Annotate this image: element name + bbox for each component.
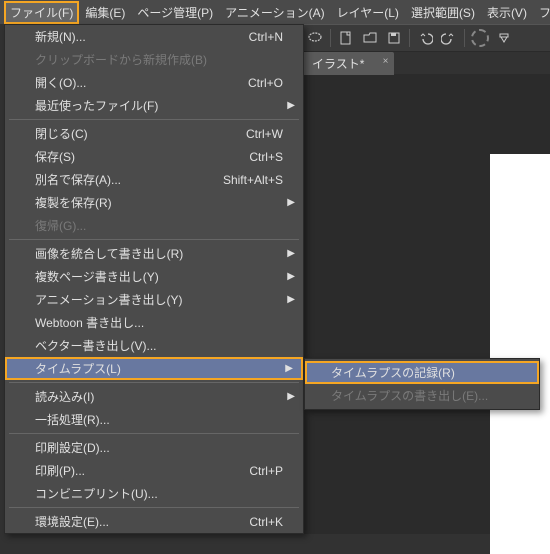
menu-shortcut: Ctrl+N xyxy=(249,30,283,44)
new-icon[interactable] xyxy=(335,27,357,49)
menu-item-save-duplicate[interactable]: 複製を保存(R) ▶ xyxy=(5,191,303,214)
save-icon[interactable] xyxy=(383,27,405,49)
menu-label: 最近使ったファイル(F) xyxy=(35,97,158,114)
menu-label: ベクター書き出し(V)... xyxy=(35,337,157,354)
chevron-right-icon: ▶ xyxy=(285,363,293,374)
menu-label: 別名で保存(A)... xyxy=(35,171,121,188)
menu-label: 環境設定(E)... xyxy=(35,513,109,530)
menu-item-save-as[interactable]: 別名で保存(A)... Shift+Alt+S xyxy=(5,168,303,191)
menu-layer[interactable]: レイヤー(L) xyxy=(331,1,405,24)
menu-label: 印刷(P)... xyxy=(35,462,85,479)
chevron-right-icon: ▶ xyxy=(287,197,295,208)
timelapse-submenu: タイムラプスの記録(R) タイムラプスの書き出し(E)... xyxy=(304,358,540,410)
menu-item-save[interactable]: 保存(S) Ctrl+S xyxy=(5,145,303,168)
menu-label: タイムラプスの記録(R) xyxy=(331,364,455,381)
menu-selection[interactable]: 選択範囲(S) xyxy=(405,1,481,24)
menu-label: アニメーション書き出し(Y) xyxy=(35,291,183,308)
chevron-right-icon: ▶ xyxy=(287,248,295,259)
menu-item-import[interactable]: 読み込み(I) ▶ xyxy=(5,385,303,408)
menu-item-open[interactable]: 開く(O)... Ctrl+O xyxy=(5,71,303,94)
toolbar-separator xyxy=(330,29,331,47)
menu-item-print[interactable]: 印刷(P)... Ctrl+P xyxy=(5,459,303,482)
open-icon[interactable] xyxy=(359,27,381,49)
menu-label: タイムラプスの書き出し(E)... xyxy=(331,387,488,404)
menu-label: 開く(O)... xyxy=(35,74,86,91)
menu-item-print-setup[interactable]: 印刷設定(D)... xyxy=(5,436,303,459)
menu-animation[interactable]: アニメーション(A) xyxy=(219,1,331,24)
menu-item-export-vector[interactable]: ベクター書き出し(V)... xyxy=(5,334,303,357)
menu-shortcut: Ctrl+S xyxy=(249,150,283,164)
menu-edit[interactable]: 編集(E) xyxy=(79,1,131,24)
canvas[interactable] xyxy=(490,154,550,554)
menu-separator xyxy=(9,507,299,508)
menu-label: 復帰(G)... xyxy=(35,217,86,234)
menu-label: Webtoon 書き出し... xyxy=(35,314,144,331)
menu-item-export-merged[interactable]: 画像を統合して書き出し(R) ▶ xyxy=(5,242,303,265)
document-tab[interactable]: イラスト* × xyxy=(300,52,394,75)
menu-item-close[interactable]: 閉じる(C) Ctrl+W xyxy=(5,122,303,145)
menu-item-export-webtoon[interactable]: Webtoon 書き出し... xyxy=(5,311,303,334)
menu-view[interactable]: 表示(V) xyxy=(481,1,533,24)
menu-separator xyxy=(9,239,299,240)
menu-label: 新規(N)... xyxy=(35,28,86,45)
chevron-right-icon: ▶ xyxy=(287,271,295,282)
close-icon[interactable]: × xyxy=(383,56,389,67)
tab-row: イラスト* × xyxy=(300,52,550,74)
menu-item-export-pages[interactable]: 複数ページ書き出し(Y) ▶ xyxy=(5,265,303,288)
menu-shortcut: Ctrl+P xyxy=(249,464,283,478)
menu-file[interactable]: ファイル(F) xyxy=(4,1,79,24)
tab-label: イラスト* xyxy=(312,57,364,71)
menu-separator xyxy=(9,433,299,434)
menu-shortcut: Ctrl+O xyxy=(248,76,283,90)
menu-shortcut: Shift+Alt+S xyxy=(223,173,283,187)
menu-label: 読み込み(I) xyxy=(35,388,94,405)
menu-item-clipboard-new: クリップボードから新規作成(B) xyxy=(5,48,303,71)
menu-label: 保存(S) xyxy=(35,148,75,165)
toolbar xyxy=(300,24,550,52)
menu-label: 画像を統合して書き出し(R) xyxy=(35,245,183,262)
menu-item-timelapse[interactable]: タイムラプス(L) ▶ xyxy=(5,357,303,380)
menu-item-preferences[interactable]: 環境設定(E)... Ctrl+K xyxy=(5,510,303,533)
menu-separator xyxy=(9,119,299,120)
menu-label: タイムラプス(L) xyxy=(35,360,121,377)
submenu-timelapse-record[interactable]: タイムラプスの記録(R) xyxy=(305,361,539,384)
menu-item-new[interactable]: 新規(N)... Ctrl+N xyxy=(5,25,303,48)
menu-page[interactable]: ページ管理(P) xyxy=(131,1,219,24)
clear-icon[interactable] xyxy=(493,27,515,49)
undo-icon[interactable] xyxy=(414,27,436,49)
menu-shortcut: Ctrl+K xyxy=(249,515,283,529)
canvas-area xyxy=(300,74,550,534)
menu-label: 複数ページ書き出し(Y) xyxy=(35,268,159,285)
loading-icon xyxy=(469,27,491,49)
menu-label: 閉じる(C) xyxy=(35,125,88,142)
lasso-icon[interactable] xyxy=(304,27,326,49)
menu-item-recent[interactable]: 最近使ったファイル(F) ▶ xyxy=(5,94,303,117)
menu-item-batch[interactable]: 一括処理(R)... xyxy=(5,408,303,431)
chevron-right-icon: ▶ xyxy=(287,294,295,305)
toolbar-separator xyxy=(409,29,410,47)
redo-icon[interactable] xyxy=(438,27,460,49)
menubar: ファイル(F) 編集(E) ページ管理(P) アニメーション(A) レイヤー(L… xyxy=(0,0,550,24)
chevron-right-icon: ▶ xyxy=(287,391,295,402)
menu-item-convenience-print[interactable]: コンビニプリント(U)... xyxy=(5,482,303,505)
menu-label: クリップボードから新規作成(B) xyxy=(35,51,207,68)
menu-shortcut: Ctrl+W xyxy=(246,127,283,141)
submenu-timelapse-export: タイムラプスの書き出し(E)... xyxy=(305,384,539,407)
file-menu-dropdown: 新規(N)... Ctrl+N クリップボードから新規作成(B) 開く(O)..… xyxy=(4,24,304,534)
menu-item-export-animation[interactable]: アニメーション書き出し(Y) ▶ xyxy=(5,288,303,311)
menu-truncated[interactable]: フ xyxy=(533,1,550,24)
menu-label: 一括処理(R)... xyxy=(35,411,110,428)
menu-label: コンビニプリント(U)... xyxy=(35,485,158,502)
menu-label: 印刷設定(D)... xyxy=(35,439,110,456)
menu-item-revert: 復帰(G)... xyxy=(5,214,303,237)
toolbar-separator xyxy=(464,29,465,47)
menu-label: 複製を保存(R) xyxy=(35,194,112,211)
chevron-right-icon: ▶ xyxy=(287,100,295,111)
menu-separator xyxy=(9,382,299,383)
